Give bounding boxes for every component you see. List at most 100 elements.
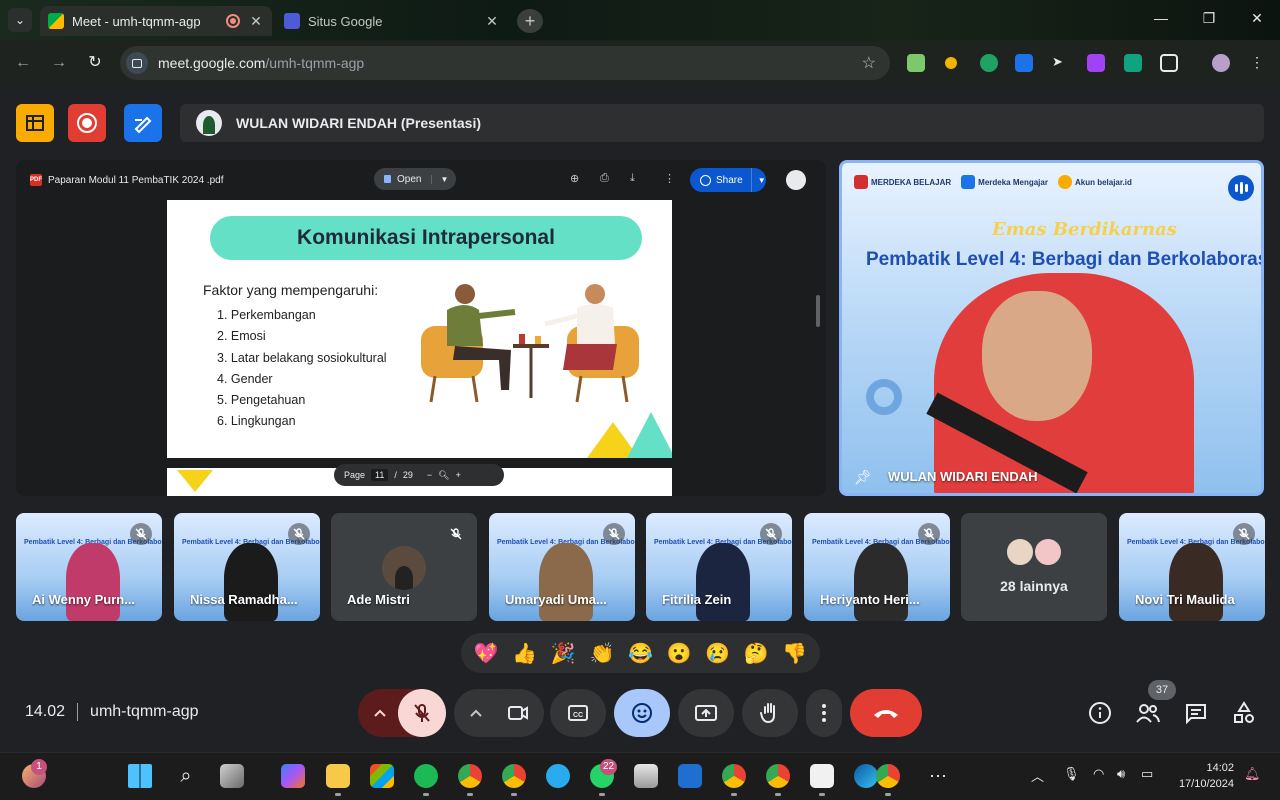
close-tab-icon[interactable]: ✕	[248, 13, 264, 30]
dropdown-icon[interactable]: ▼	[431, 174, 456, 184]
tab-search-button[interactable]: ⌄	[8, 8, 32, 32]
cursor-extension-icon[interactable]: ➤	[1052, 54, 1070, 72]
chrome-icon[interactable]	[766, 764, 790, 788]
participant-tile[interactable]: Pembatik Level 4: Berbagi dan Berkolabor…	[804, 513, 950, 621]
participant-tile[interactable]: Pembatik Level 4: Berbagi dan Berkolabor…	[174, 513, 320, 621]
pin-icon[interactable]: 📌︎	[854, 469, 872, 486]
recording-button[interactable]	[68, 104, 106, 142]
active-speaker-tile[interactable]: MERDEKA BELAJAR Merdeka Mengajar Akun be…	[839, 160, 1264, 496]
chrome-icon[interactable]	[458, 764, 482, 788]
participant-tile[interactable]: Pembatik Level 4: Berbagi dan Berkolabor…	[489, 513, 635, 621]
restore-icon[interactable]: ❐	[1194, 10, 1224, 27]
extension-icon[interactable]	[1087, 54, 1105, 72]
reload-icon[interactable]: ↻	[82, 52, 108, 74]
profile-avatar-icon[interactable]	[1212, 54, 1230, 72]
presentation-area[interactable]: PDF Paparan Modul 11 PembaTIK 2024 .pdf …	[16, 160, 826, 496]
tab-situs-google[interactable]: Situs Google ✕	[276, 6, 508, 36]
close-tab-icon[interactable]: ✕	[484, 13, 500, 30]
microphone-icon[interactable]: 🎙︎	[1063, 766, 1080, 782]
reaction-sad[interactable]: 😢	[705, 641, 730, 666]
edge-icon[interactable]	[854, 764, 878, 788]
reaction-thumbs-up[interactable]: 👍	[512, 641, 537, 666]
task-view-icon[interactable]	[220, 764, 244, 788]
battery-icon[interactable]: ▭	[1141, 766, 1153, 782]
mail-icon[interactable]	[678, 764, 702, 788]
zoom-in-icon[interactable]: +	[456, 470, 461, 480]
participant-tile[interactable]: Pembatik Level 4: Berbagi dan Berkolabor…	[16, 513, 162, 621]
activities-button[interactable]	[16, 104, 54, 142]
bookmark-star-icon[interactable]: ☆	[862, 53, 876, 73]
file-explorer-icon[interactable]	[326, 764, 350, 788]
chatgpt-icon[interactable]	[1124, 54, 1142, 72]
reaction-surprised[interactable]: 😮	[667, 641, 692, 666]
raise-hand-button[interactable]	[742, 689, 798, 737]
captions-button[interactable]: CC	[550, 689, 606, 737]
volume-icon[interactable]: 🔊︎	[1117, 766, 1125, 782]
windows-start-icon[interactable]	[128, 764, 152, 788]
notification-bell-icon[interactable]: 🔔︎	[1244, 766, 1261, 782]
download-icon[interactable]: ⤓	[630, 172, 635, 185]
participant-tile[interactable]: Pembatik Level 4: Berbagi dan Berkolabor…	[1119, 513, 1265, 621]
activities-panel-button[interactable]	[1231, 700, 1257, 726]
tab-title: Meet - umh-tqmm-agp	[72, 13, 201, 29]
add-shortcut-icon[interactable]: ⊕	[570, 172, 579, 185]
chrome-profile-icon[interactable]	[502, 764, 526, 788]
dropdown-icon[interactable]: ▼	[752, 176, 772, 185]
participant-tile[interactable]: Pembatik Level 4: Berbagi dan Berkolabor…	[646, 513, 792, 621]
microphone-toggle-button[interactable]	[398, 689, 446, 737]
print-icon[interactable]: ⎙	[600, 172, 609, 185]
extension-icon[interactable]	[945, 57, 957, 69]
copilot-icon[interactable]	[281, 764, 305, 788]
grammarly-icon[interactable]	[980, 54, 998, 72]
people-button[interactable]	[1135, 700, 1161, 726]
extension-icon[interactable]	[1015, 54, 1033, 72]
spotify-icon[interactable]	[414, 764, 438, 788]
search-icon[interactable]: ⌕	[174, 764, 198, 788]
forward-icon[interactable]: →	[46, 52, 72, 74]
zoom-out-icon[interactable]: −	[427, 470, 432, 480]
chrome-icon[interactable]	[722, 764, 746, 788]
more-apps-icon[interactable]: ⋯	[926, 764, 950, 788]
app-icon[interactable]	[634, 764, 658, 788]
chrome-icon[interactable]	[876, 764, 900, 788]
reaction-heart[interactable]: 💖	[474, 641, 499, 666]
page-current-input[interactable]: 11	[371, 469, 389, 481]
leave-call-button[interactable]	[850, 689, 922, 737]
camera-toggle-button[interactable]	[494, 689, 542, 737]
participant-tile[interactable]: 28 lainnya	[961, 513, 1107, 621]
new-tab-button[interactable]: +	[517, 9, 543, 33]
chat-button[interactable]	[1183, 700, 1209, 726]
tab-meet[interactable]: Meet - umh-tqmm-agp ✕	[40, 6, 272, 36]
open-button[interactable]: Open ▼	[374, 168, 457, 190]
reaction-clap[interactable]: 👏	[589, 641, 614, 666]
scrollbar-thumb[interactable]	[816, 295, 820, 327]
share-button[interactable]: Share ▼	[690, 168, 766, 192]
whiteboard-button[interactable]	[124, 104, 162, 142]
minimize-icon[interactable]: —	[1146, 10, 1176, 26]
telegram-icon[interactable]	[546, 764, 570, 788]
more-options-button[interactable]	[806, 689, 842, 737]
system-clock[interactable]: 14:02 17/10/2024	[1179, 760, 1234, 792]
reaction-party[interactable]: 🎉	[551, 641, 576, 666]
extensions-puzzle-icon[interactable]	[1160, 54, 1178, 72]
reaction-laugh[interactable]: 😂	[628, 641, 653, 666]
tray-expand-icon[interactable]: ︿	[1031, 766, 1044, 785]
reaction-thumbs-down[interactable]: 👎	[782, 641, 807, 666]
pdf-more-icon[interactable]: ⋮	[664, 172, 675, 185]
extension-icon[interactable]	[907, 54, 925, 72]
address-bar[interactable]: meet.google.com/umh-tqmm-agp ☆	[120, 46, 890, 80]
participant-tile[interactable]: Ade Mistri	[331, 513, 477, 621]
close-window-icon[interactable]: ✕	[1242, 10, 1272, 27]
wifi-icon[interactable]: ◠	[1093, 766, 1104, 782]
emoji-reactions-button[interactable]	[614, 689, 670, 737]
meeting-details-button[interactable]	[1087, 700, 1113, 726]
site-info-icon[interactable]	[126, 52, 148, 74]
reaction-thinking[interactable]: 🤔	[744, 641, 769, 666]
more-menu-icon[interactable]: ⋮	[1248, 54, 1266, 72]
present-screen-button[interactable]	[678, 689, 734, 737]
zoom-icon[interactable]: 🔍︎	[438, 470, 449, 481]
page-navigator[interactable]: Page 11 / 29 − 🔍︎ +	[334, 464, 504, 486]
microsoft-store-icon[interactable]	[370, 764, 394, 788]
app-icon[interactable]	[810, 764, 834, 788]
back-icon[interactable]: ←	[10, 52, 36, 74]
